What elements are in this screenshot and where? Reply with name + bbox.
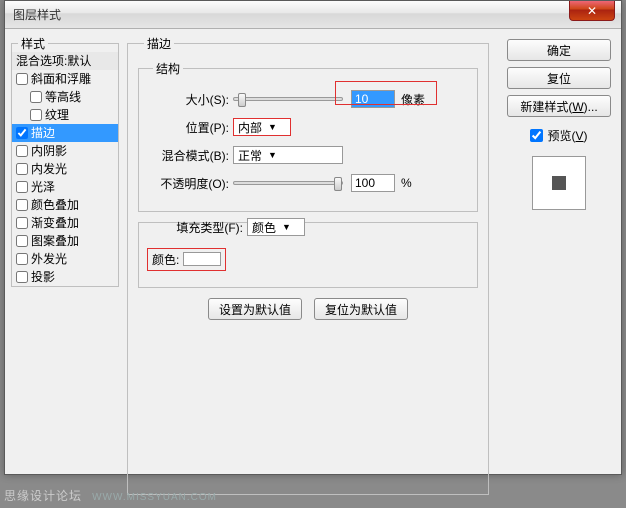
size-row: 大小(S): 10 像素 (147, 87, 469, 111)
style-checkbox[interactable] (16, 253, 28, 265)
style-checkbox[interactable] (16, 181, 28, 193)
style-checkbox[interactable] (16, 145, 28, 157)
style-item-11[interactable]: 投影 (12, 268, 118, 286)
style-checkbox[interactable] (16, 163, 28, 175)
style-checkbox[interactable] (16, 217, 28, 229)
right-panel: 确定 复位 新建样式(W)... 预览(V) (505, 39, 613, 210)
set-default-button[interactable]: 设置为默认值 (208, 298, 302, 320)
chevron-down-icon: ▼ (268, 150, 277, 160)
preview-swatch (532, 156, 586, 210)
structure-legend: 结构 (153, 60, 183, 77)
structure-fieldset: 结构 大小(S): 10 像素 位置(P): 内部 ▼ (138, 60, 478, 212)
style-item-3[interactable]: 描边 (12, 124, 118, 142)
filltype-label: 填充类型(F): (147, 219, 247, 236)
styles-fieldset: 样式 混合选项:默认斜面和浮雕等高线纹理描边内阴影内发光光泽颜色叠加渐变叠加图案… (11, 35, 119, 287)
window-title: 图层样式 (13, 6, 61, 23)
new-style-button[interactable]: 新建样式(W)... (507, 95, 611, 117)
opacity-row: 不透明度(O): 100 % (147, 171, 469, 195)
style-item-4[interactable]: 内阴影 (12, 142, 118, 160)
dialog-content: 样式 混合选项:默认斜面和浮雕等高线纹理描边内阴影内发光光泽颜色叠加渐变叠加图案… (5, 29, 621, 474)
filltype-dropdown[interactable]: 颜色 ▼ (247, 218, 305, 236)
style-checkbox[interactable] (30, 91, 42, 103)
size-slider[interactable] (233, 97, 343, 101)
size-label: 大小(S): (147, 91, 233, 108)
position-dropdown[interactable]: 内部 ▼ (233, 118, 291, 136)
style-checkbox[interactable] (16, 235, 28, 247)
opacity-input[interactable]: 100 (351, 174, 395, 192)
style-item-9[interactable]: 图案叠加 (12, 232, 118, 250)
cancel-button[interactable]: 复位 (507, 67, 611, 89)
size-unit: 像素 (401, 91, 425, 108)
preview-checkbox[interactable] (530, 129, 543, 142)
fill-fieldset: 填充类型(F): 颜色 ▼ 颜色: (138, 222, 478, 288)
color-row: 颜色: (147, 247, 469, 271)
style-checkbox[interactable] (16, 73, 28, 85)
blendmode-dropdown[interactable]: 正常 ▼ (233, 146, 343, 164)
position-row: 位置(P): 内部 ▼ (147, 115, 469, 139)
style-checkbox[interactable] (16, 199, 28, 211)
blendmode-label: 混合模式(B): (147, 147, 233, 164)
style-item-6[interactable]: 光泽 (12, 178, 118, 196)
style-checkbox[interactable] (16, 127, 28, 139)
opacity-unit: % (401, 176, 412, 190)
chevron-down-icon: ▼ (268, 122, 277, 132)
opacity-label: 不透明度(O): (147, 175, 233, 192)
styles-panel: 样式 混合选项:默认斜面和浮雕等高线纹理描边内阴影内发光光泽颜色叠加渐变叠加图案… (11, 35, 119, 495)
close-button[interactable]: ✕ (569, 1, 615, 21)
filltype-row: 填充类型(F): 颜色 ▼ (147, 215, 469, 239)
style-item-7[interactable]: 颜色叠加 (12, 196, 118, 214)
color-label: 颜色: (152, 251, 179, 268)
stroke-fieldset: 描边 结构 大小(S): 10 像素 位置(P): 内部 ▼ (127, 35, 489, 495)
chevron-down-icon: ▼ (282, 222, 291, 232)
opacity-slider[interactable] (233, 181, 343, 185)
size-input[interactable]: 10 (351, 90, 395, 108)
blend-options[interactable]: 混合选项:默认 (12, 52, 118, 70)
blendmode-row: 混合模式(B): 正常 ▼ (147, 143, 469, 167)
reset-default-button[interactable]: 复位为默认值 (314, 298, 408, 320)
style-item-10[interactable]: 外发光 (12, 250, 118, 268)
style-item-2[interactable]: 纹理 (12, 106, 118, 124)
style-item-8[interactable]: 渐变叠加 (12, 214, 118, 232)
position-label: 位置(P): (147, 119, 233, 136)
style-item-5[interactable]: 内发光 (12, 160, 118, 178)
color-swatch[interactable] (183, 252, 221, 266)
close-icon: ✕ (587, 4, 597, 18)
watermark: 思缘设计论坛 WWW.MISSYUAN.COM (4, 487, 217, 504)
style-item-1[interactable]: 等高线 (12, 88, 118, 106)
stroke-legend: 描边 (144, 35, 174, 52)
style-checkbox[interactable] (30, 109, 42, 121)
styles-legend: 样式 (18, 35, 48, 52)
titlebar[interactable]: 图层样式 ✕ (5, 1, 621, 29)
style-item-0[interactable]: 斜面和浮雕 (12, 70, 118, 88)
default-buttons: 设置为默认值 复位为默认值 (138, 298, 478, 320)
main-panel: 描边 结构 大小(S): 10 像素 位置(P): 内部 ▼ (127, 35, 489, 495)
preview-checkbox-row: 预览(V) (530, 127, 587, 144)
ok-button[interactable]: 确定 (507, 39, 611, 61)
styles-list: 混合选项:默认斜面和浮雕等高线纹理描边内阴影内发光光泽颜色叠加渐变叠加图案叠加外… (12, 52, 118, 286)
style-checkbox[interactable] (16, 271, 28, 283)
layer-style-dialog: 图层样式 ✕ 样式 混合选项:默认斜面和浮雕等高线纹理描边内阴影内发光光泽颜色叠… (4, 0, 622, 475)
